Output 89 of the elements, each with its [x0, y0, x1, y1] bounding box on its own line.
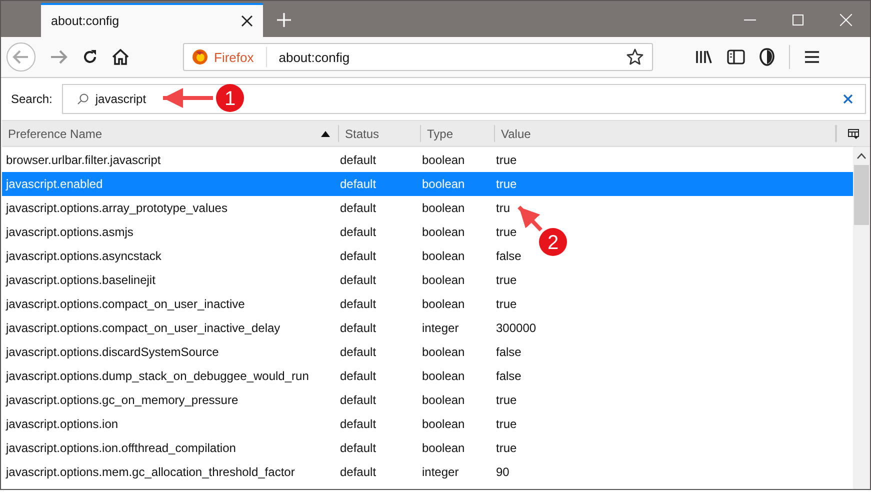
table-cell: true [496, 393, 517, 407]
callout-arrow [163, 88, 213, 108]
plus-icon[interactable] [277, 13, 291, 27]
table-cell: true [496, 441, 517, 455]
table-cell-text: default [340, 345, 378, 359]
table-cell: false [496, 369, 522, 383]
table-cell-text: default [340, 393, 378, 407]
table-cell: true [496, 297, 517, 311]
firefox-logo-icon [192, 49, 208, 65]
table-cell-text: boolean [422, 225, 466, 239]
table-cell-text: boolean [422, 417, 466, 431]
table-cell-text: default [340, 321, 378, 335]
table-cell-text: boolean [422, 249, 466, 263]
search-icon [77, 93, 90, 105]
table-cell: true [496, 177, 517, 191]
table-cell-text: default [340, 441, 378, 455]
table-cell-text: boolean [422, 441, 466, 455]
reload-icon[interactable] [82, 49, 98, 65]
table-cell: false [496, 345, 522, 359]
clear-icon[interactable] [843, 94, 853, 104]
menu-icon[interactable] [804, 50, 820, 64]
column-header[interactable]: Preference Name [2, 125, 339, 142]
search-label: Search: [11, 92, 52, 106]
scroll-up-icon[interactable] [857, 153, 866, 159]
table-cell: true [496, 273, 517, 287]
table-cell-text: javascript.options.asmjs [6, 225, 134, 239]
library-icon[interactable] [695, 49, 713, 65]
shield-icon[interactable] [759, 48, 775, 66]
table-cell-text: boolean [422, 273, 466, 287]
browser-tab[interactable]: about:config [41, 3, 263, 37]
table-cell-text: javascript.options.array_prototype_values [6, 201, 228, 215]
table-cell: tru [496, 201, 510, 215]
table-cell-text: javascript.options.compact_on_user_inactive [6, 297, 246, 311]
callout-arrow [518, 206, 542, 232]
star-icon[interactable] [626, 48, 644, 66]
sort-arrow-icon [321, 130, 330, 136]
table-cell-text: boolean [422, 297, 466, 311]
table-cell-text: boolean [422, 177, 466, 191]
table-cell-text: javascript.options.asyncstack [6, 249, 162, 263]
table-cell-text: boolean [422, 153, 466, 167]
table-cell-text: default [340, 249, 378, 263]
table-cell-text: javascript.options.mem.gc_allocation_threshold_factor [6, 465, 296, 479]
table-cell-text: default [340, 417, 378, 431]
table-cell-text: javascript.options.ion [6, 417, 120, 431]
callout-badge: 2 [539, 228, 567, 256]
table-cell-text: javascript.options.ion.offthread_compilation [6, 441, 237, 455]
selected-row[interactable]: javascript.enabled default boolean true [2, 172, 853, 196]
table-cell-text: boolean [422, 201, 466, 215]
sidebar-icon[interactable] [727, 49, 745, 65]
table-cell-text: javascript.enabled [6, 177, 104, 191]
table-cell-text: boolean [422, 345, 466, 359]
column-header[interactable]: Status [339, 125, 421, 142]
scrollbar-thumb[interactable] [854, 165, 869, 225]
table-cell: true [496, 417, 517, 431]
table-cell-text: javascript.options.compact_on_user_inactive_delay [6, 321, 282, 335]
table-cell-text: default [340, 273, 378, 287]
table-cell-text: browser.urlbar.filter.javascript [6, 153, 162, 167]
table-cell-text: default [340, 201, 378, 215]
table-cell-text: boolean [422, 369, 466, 383]
table-cell-text: default [340, 297, 378, 311]
column-header[interactable]: Type [421, 125, 495, 142]
table-cell-text: javascript.options.dump_stack_on_debuggee_would_run [6, 369, 310, 383]
table-cell-text: integer [422, 321, 460, 335]
table-cell-text: default [340, 369, 378, 383]
maximize-icon[interactable] [792, 14, 804, 26]
close-icon[interactable] [241, 15, 253, 27]
table-cell-text: integer [422, 465, 460, 479]
table-cell: 300000 [496, 321, 536, 335]
table-cell-text: javascript.options.baselinejit [6, 273, 156, 287]
scrollbar[interactable] [853, 147, 870, 489]
table-cell: false [496, 249, 522, 263]
table-cell-text: default [340, 465, 378, 479]
table-cell-text: javascript.options.discardSystemSource [6, 345, 220, 359]
forward-icon[interactable] [50, 49, 68, 65]
table-cell-text: default [340, 177, 378, 191]
callout-badge: 1 [216, 84, 244, 112]
table-cell: true [496, 225, 517, 239]
table-cell: 90 [496, 465, 510, 479]
table-cell: true [496, 153, 517, 167]
column-header[interactable]: Value [495, 125, 836, 142]
column-picker-icon[interactable] [848, 128, 859, 138]
table-cell-text: javascript.options.gc_on_memory_pressure [6, 393, 240, 407]
home-icon[interactable] [112, 49, 129, 65]
identity-label: Firefox [214, 50, 254, 64]
table-cell-text: default [340, 225, 378, 239]
table-cell-text: default [340, 153, 378, 167]
url-text: about:config [278, 50, 351, 64]
address-bar[interactable]: Firefox about:config [183, 43, 653, 71]
table-cell-text: boolean [422, 393, 466, 407]
